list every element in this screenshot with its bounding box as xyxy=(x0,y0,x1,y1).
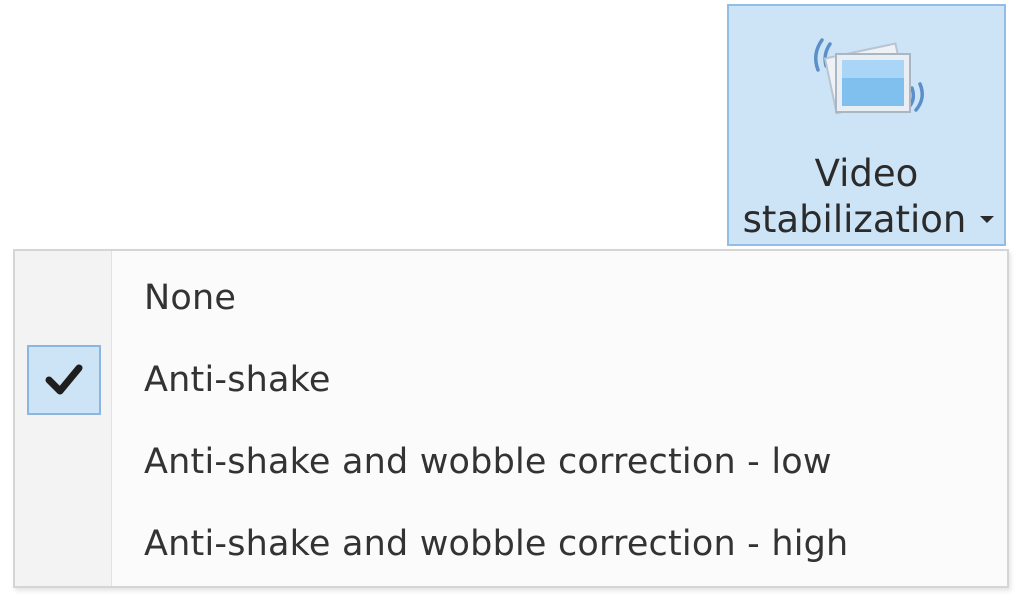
menu-item-label: Anti-shake and wobble correction - high xyxy=(144,524,849,564)
checked-indicator xyxy=(27,345,101,415)
menu-item-none[interactable]: None xyxy=(15,257,1007,339)
dropdown-arrow-icon[interactable] xyxy=(980,216,994,223)
menu-item-label: Anti-shake and wobble correction - low xyxy=(144,442,832,482)
button-label-line1: Video xyxy=(814,152,919,195)
stage: Video stabilization None Anti-shake Anti… xyxy=(0,0,1020,597)
video-stabilization-button[interactable]: Video stabilization xyxy=(727,4,1006,246)
video-stabilization-icon xyxy=(814,38,924,115)
stabilization-menu: None Anti-shake Anti-shake and wobble co… xyxy=(13,249,1009,588)
menu-item-wobble-low[interactable]: Anti-shake and wobble correction - low xyxy=(15,421,1007,503)
checkmark-icon xyxy=(45,364,83,395)
menu-item-label: Anti-shake xyxy=(144,360,331,400)
menu-item-label: None xyxy=(144,278,237,318)
button-label-line2: stabilization xyxy=(742,198,967,241)
menu-item-wobble-high[interactable]: Anti-shake and wobble correction - high xyxy=(15,503,1007,585)
menu-item-anti-shake[interactable]: Anti-shake xyxy=(15,339,1007,421)
